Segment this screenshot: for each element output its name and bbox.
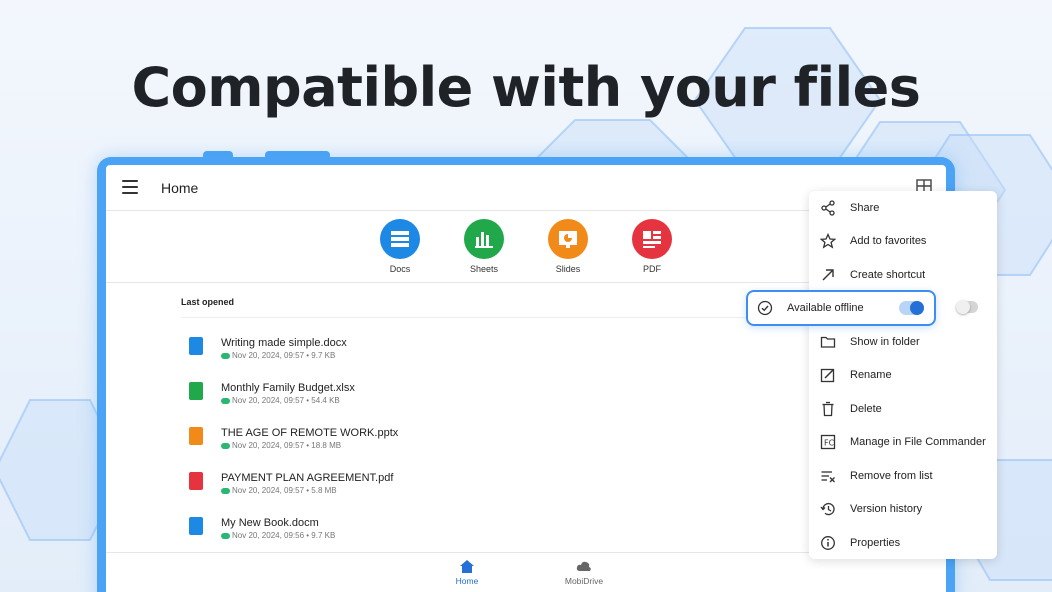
file-commander-icon: FC — [820, 434, 836, 450]
list-item[interactable]: Monthly Family Budget.xlsx Nov 20, 2024,… — [186, 378, 746, 416]
history-icon — [820, 502, 835, 516]
svg-text:FC: FC — [824, 439, 835, 448]
check-circle-icon — [757, 300, 773, 316]
category-slides[interactable]: Slides — [538, 219, 598, 274]
category-sheets[interactable]: Sheets — [454, 219, 514, 274]
category-label: Docs — [389, 264, 411, 274]
menu-item-delete[interactable]: Delete — [809, 393, 997, 425]
sheets-icon — [464, 219, 504, 259]
doc-file-icon — [189, 337, 203, 355]
menu-item-show-in-folder[interactable]: Show in folder — [809, 326, 997, 358]
star-icon — [820, 233, 836, 249]
list-item[interactable]: THE AGE OF REMOTE WORK.pptx Nov 20, 2024… — [186, 423, 746, 461]
cloud-sync-icon — [221, 352, 230, 359]
available-offline-item[interactable]: Available offline — [746, 290, 936, 326]
category-pdf[interactable]: PDF — [622, 219, 682, 274]
cloud-icon — [576, 561, 591, 571]
menu-label: Properties — [850, 537, 901, 549]
sheet-file-icon — [189, 382, 203, 400]
menu-label: Share — [850, 202, 880, 214]
file-name: Writing made simple.docx — [221, 337, 347, 349]
file-meta: Nov 20, 2024, 09:57 • 5.8 MB — [232, 486, 337, 495]
menu-label: Show in folder — [850, 336, 920, 348]
cloud-sync-icon — [221, 487, 230, 494]
offline-toggle-muted — [956, 300, 978, 314]
file-meta: Nov 20, 2024, 09:57 • 54.4 KB — [232, 396, 340, 405]
menu-label: Remove from list — [850, 470, 933, 482]
file-name: Monthly Family Budget.xlsx — [221, 382, 355, 394]
category-label: Sheets — [469, 264, 499, 274]
menu-label: Version history — [850, 503, 923, 515]
docs-icon — [380, 219, 420, 259]
available-offline-toggle[interactable] — [899, 301, 924, 315]
cloud-sync-icon — [221, 532, 230, 539]
file-name: PAYMENT PLAN AGREEMENT.pdf — [221, 472, 394, 484]
hamburger-menu-icon[interactable] — [122, 180, 138, 194]
menu-item-remove-from-list[interactable]: Remove from list — [809, 460, 997, 492]
nav-home[interactable]: Home — [437, 559, 497, 586]
pdf-file-icon — [189, 472, 203, 490]
menu-label: Available offline — [787, 302, 864, 314]
nav-mobidrive[interactable]: MobiDrive — [554, 559, 614, 586]
section-title: Last opened — [181, 297, 235, 307]
file-name: My New Book.docm — [221, 517, 319, 529]
arrow-up-right-icon — [822, 269, 834, 281]
share-icon — [821, 200, 835, 216]
menu-label: Add to favorites — [850, 235, 927, 247]
file-meta: Nov 20, 2024, 09:57 • 9.7 KB — [232, 351, 336, 360]
cloud-sync-icon — [221, 397, 230, 404]
category-docs[interactable]: Docs — [370, 219, 430, 274]
nav-label: Home — [455, 576, 479, 586]
category-label: PDF — [643, 264, 661, 274]
menu-label: Rename — [850, 369, 892, 381]
menu-item-favorites[interactable]: Add to favorites — [809, 225, 997, 257]
home-icon — [460, 560, 474, 573]
menu-item-rename[interactable]: Rename — [809, 359, 997, 391]
context-menu: Share Add to favorites Create shortcut S… — [809, 191, 997, 559]
list-item[interactable]: My New Book.docm Nov 20, 2024, 09:56 • 9… — [186, 513, 746, 551]
file-meta: Nov 20, 2024, 09:56 • 9.7 KB — [232, 531, 336, 540]
menu-item-version-history[interactable]: Version history — [809, 493, 997, 525]
file-name: THE AGE OF REMOTE WORK.pptx — [221, 427, 399, 439]
menu-item-properties[interactable]: Properties — [809, 527, 997, 559]
nav-label: MobiDrive — [564, 576, 604, 586]
page-title: Home — [161, 180, 199, 196]
edit-icon — [820, 368, 835, 383]
slides-icon — [548, 219, 588, 259]
pdf-icon — [632, 219, 672, 259]
list-item[interactable]: PAYMENT PLAN AGREEMENT.pdf Nov 20, 2024,… — [186, 468, 746, 506]
menu-item-share[interactable]: Share — [809, 192, 997, 224]
cloud-sync-icon — [221, 442, 230, 449]
doc-file-icon — [189, 517, 203, 535]
headline: Compatible with your files — [131, 56, 921, 119]
folder-icon — [820, 336, 836, 348]
file-meta: Nov 20, 2024, 09:57 • 18.8 MB — [232, 441, 342, 450]
info-icon — [821, 536, 835, 550]
menu-item-create-shortcut[interactable]: Create shortcut — [809, 259, 997, 291]
category-label: Slides — [555, 264, 581, 274]
menu-label: Delete — [850, 403, 882, 415]
slide-file-icon — [189, 427, 203, 445]
menu-item-file-commander[interactable]: FC Manage in File Commander — [809, 426, 997, 458]
menu-label: Create shortcut — [850, 269, 926, 281]
remove-list-icon — [821, 471, 835, 483]
list-item[interactable]: Writing made simple.docx Nov 20, 2024, 0… — [186, 333, 746, 371]
menu-label: Manage in File Commander — [850, 436, 986, 448]
trash-icon — [822, 401, 834, 417]
